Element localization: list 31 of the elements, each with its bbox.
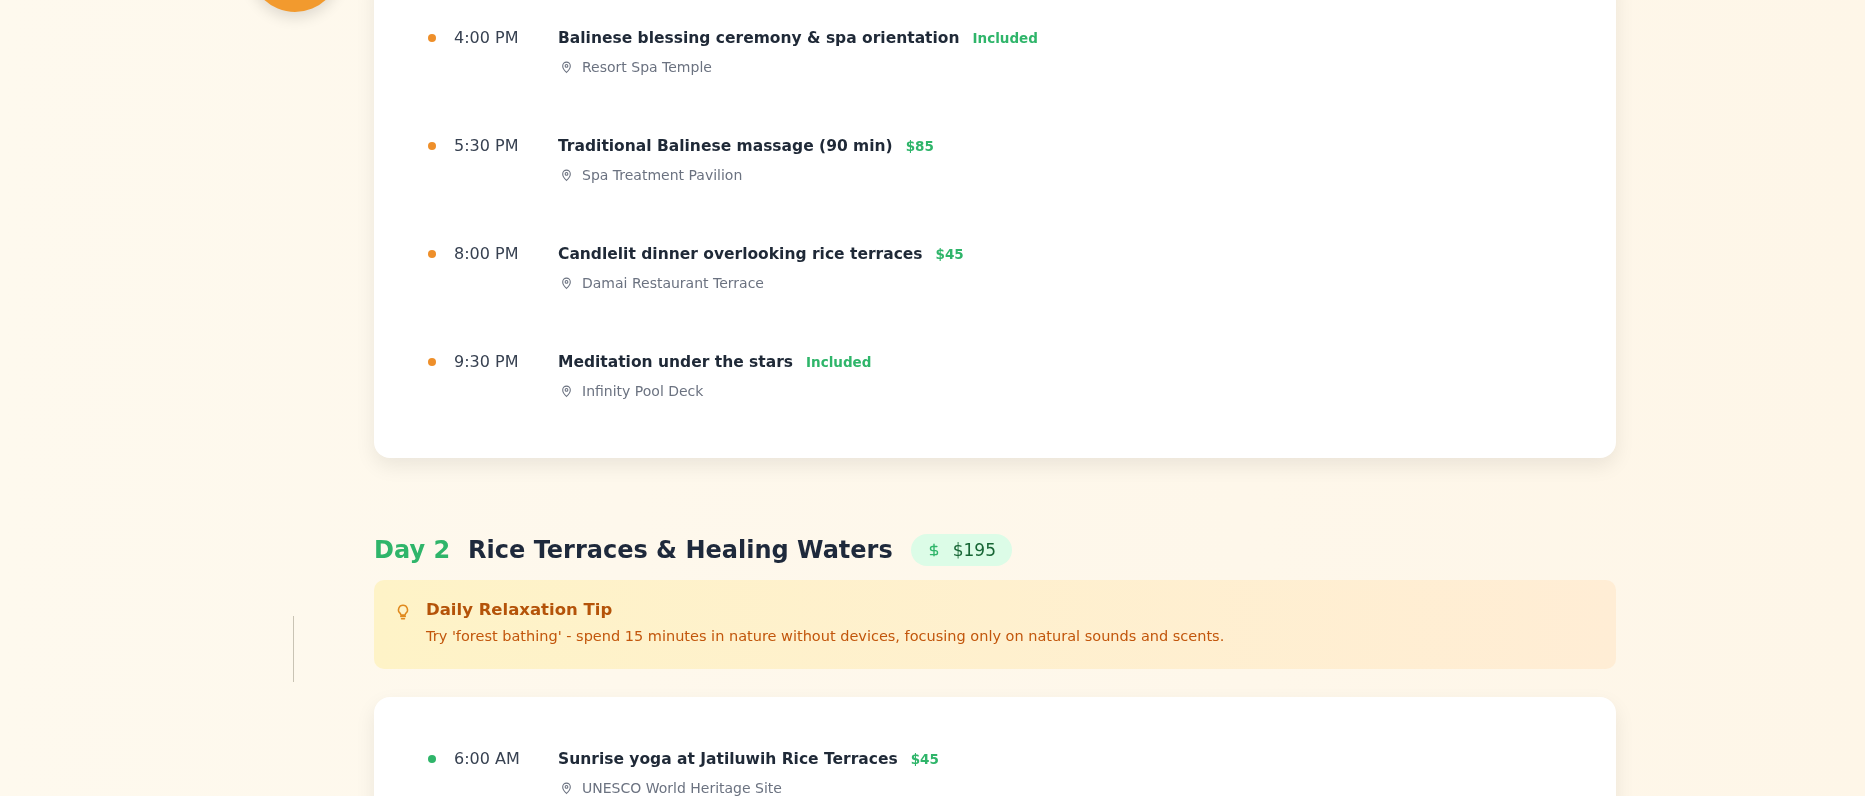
activity-time: 6:00 AM xyxy=(454,748,521,770)
activity-title: Sunrise yoga at Jatiluwih Rice Terraces xyxy=(558,749,898,770)
activity-price: Included xyxy=(972,29,1038,48)
map-pin-icon xyxy=(560,781,573,795)
activity-location: Damai Restaurant Terrace xyxy=(582,275,764,291)
map-pin-icon xyxy=(560,276,573,290)
activity-time: 4:00 PM xyxy=(454,27,520,49)
activity-title: Balinese blessing ceremony & spa orientation xyxy=(558,28,960,49)
tip-text: Try 'forest bathing' - spend 15 minutes in nature without devices, focusing only on natural sounds and scents. xyxy=(426,628,1225,644)
map-pin-icon xyxy=(560,384,573,398)
activity-location: UNESCO World Heritage Site xyxy=(582,780,782,796)
activity-title: Candlelit dinner overlooking rice terraces xyxy=(558,244,923,265)
map-pin-icon xyxy=(560,168,573,182)
cost-amount: $195 xyxy=(952,540,996,560)
activity-price: $85 xyxy=(905,137,934,156)
day-label: Day 2 xyxy=(374,536,451,564)
activity-title: Traditional Balinese massage (90 min) xyxy=(558,136,893,157)
tip-title: Daily Relaxation Tip xyxy=(426,600,614,619)
timeline-line xyxy=(293,616,294,682)
activity-time: 5:30 PM xyxy=(454,135,520,157)
activity-location: Spa Treatment Pavilion xyxy=(582,167,743,183)
day-title: Rice Terraces & Healing Waters xyxy=(468,536,893,564)
activity-price: $45 xyxy=(935,245,964,264)
activity-location: Infinity Pool Deck xyxy=(582,383,704,399)
activity-title: Meditation under the stars xyxy=(558,352,794,373)
activity-price: Included xyxy=(806,353,872,372)
activity-time: 9:30 PM xyxy=(454,351,520,373)
activity-price: $45 xyxy=(910,750,939,769)
activity-location: Resort Spa Temple xyxy=(582,59,712,75)
activity-time: 8:00 PM xyxy=(454,243,520,265)
map-pin-icon xyxy=(560,60,573,74)
